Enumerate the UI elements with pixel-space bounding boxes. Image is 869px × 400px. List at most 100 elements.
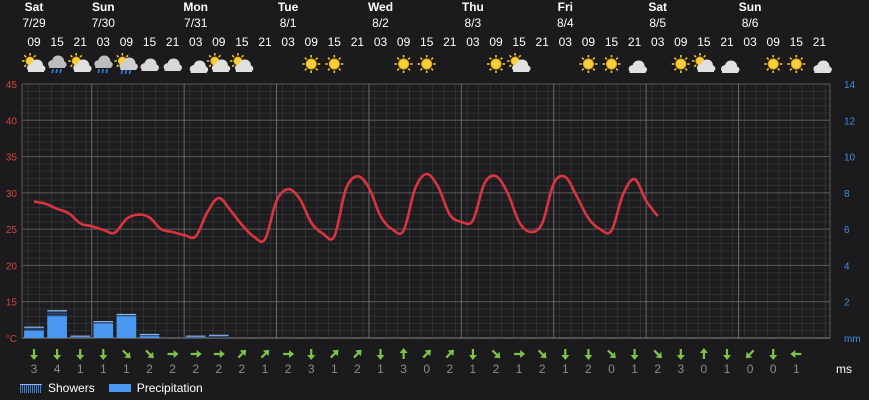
precip-tick-label: 12 [844, 116, 856, 127]
wind-speed-label: 2 [446, 362, 453, 376]
hour-label: 21 [443, 35, 457, 49]
wind-arrow-icon [676, 349, 685, 360]
wind-speed-label: 3 [308, 362, 315, 376]
legend-precipitation-swatch [108, 384, 131, 392]
hour-label: 15 [143, 35, 157, 49]
precip-tick-label: 8 [844, 189, 850, 200]
wind-speed-label: 0 [423, 362, 430, 376]
wind-arrow-icon [190, 350, 202, 358]
hour-label: 09 [489, 35, 503, 49]
wind-arrow-icon [445, 349, 455, 359]
date-label: 8/3 [465, 16, 482, 30]
wind-speed-label: 1 [77, 362, 84, 376]
precip-tick-label: 10 [844, 153, 856, 164]
hour-label: 03 [466, 35, 480, 49]
hour-label: 15 [790, 35, 804, 49]
moon-icon [374, 56, 383, 72]
temp-tick-label: 45 [6, 80, 18, 91]
day-label: Fri [558, 0, 573, 14]
wind-speed-label: 2 [146, 362, 153, 376]
moon-icon [259, 56, 267, 72]
hour-label: 15 [697, 35, 711, 49]
day-label: Sat [25, 0, 44, 14]
wind-arrow-icon [537, 349, 547, 359]
wind-arrow-icon [699, 348, 708, 359]
wind-speed-label: 2 [239, 362, 246, 376]
hour-label: 21 [74, 35, 88, 49]
temp-tick-label: 35 [6, 153, 18, 164]
moon-icon [466, 56, 475, 72]
wind-speed-label: 2 [169, 362, 176, 376]
sun-cloud-icon [507, 53, 531, 72]
temp-tick-label: 30 [6, 189, 18, 200]
hour-label: 09 [305, 35, 319, 49]
hour-label: 21 [813, 35, 827, 49]
wind-speed-label: 4 [54, 362, 61, 376]
date-label: 7/29 [22, 16, 46, 30]
sun-cloud-icon [22, 53, 46, 72]
hour-label: 15 [420, 35, 434, 49]
wind-speed-label: 2 [215, 362, 222, 376]
wind-speed-label: 1 [631, 362, 638, 376]
moon-cloud-icon [812, 56, 832, 73]
legend-precipitation: Precipitation [108, 381, 203, 395]
precipitation-bar [47, 316, 67, 338]
moon-icon [651, 56, 660, 72]
precip-unit-label: mm [844, 334, 861, 345]
wind-arrow-icon [260, 349, 270, 359]
moon-icon [443, 56, 452, 72]
wind-speed-label: 1 [724, 362, 731, 376]
wind-arrow-icon [213, 350, 225, 358]
wind-arrow-icon [723, 349, 731, 360]
wind-arrow-icon [653, 349, 662, 359]
hour-label: 15 [235, 35, 249, 49]
hour-label: 21 [258, 35, 272, 49]
temp-tick-label: 25 [6, 225, 18, 236]
sun-icon [394, 55, 413, 73]
hour-label: 09 [767, 35, 781, 49]
date-label: 8/2 [372, 16, 389, 30]
temp-tick-label: 15 [6, 298, 18, 309]
sun-icon [579, 55, 598, 73]
sun-icon [602, 55, 621, 73]
hour-label: 03 [651, 35, 665, 49]
wind-speed-label: 2 [493, 362, 500, 376]
day-label: Wed [368, 0, 393, 14]
wind-speed-label: 2 [285, 362, 292, 376]
hour-label: 03 [97, 35, 111, 49]
wind-arrow-icon [745, 349, 755, 359]
wind-arrow-icon [514, 350, 526, 358]
rain-cloud-icon [94, 55, 113, 74]
wind-arrow-icon [99, 349, 108, 360]
rain-cloud-icon [48, 55, 67, 74]
moon-cloud-icon [188, 56, 209, 73]
wind-arrow-icon [145, 349, 154, 359]
hour-label: 09 [674, 35, 688, 49]
wind-speed-label: 0 [747, 362, 754, 376]
wind-speed-label: 2 [654, 362, 661, 376]
wind-speed-label: 3 [400, 362, 407, 376]
wind-speed-label: 2 [585, 362, 592, 376]
plot-area [22, 84, 830, 338]
wind-speed-label: 1 [562, 362, 569, 376]
hour-label: 03 [189, 35, 203, 49]
day-label: Sat [648, 0, 667, 14]
precipitation-bar [116, 316, 137, 338]
wind-speed-label: 1 [377, 362, 384, 376]
wind-arrow-icon [237, 349, 247, 359]
sun-rain-cloud-icon [114, 53, 138, 75]
day-label: Thu [462, 0, 484, 14]
wind-speed-label: 1 [262, 362, 269, 376]
wind-arrow-icon [76, 349, 85, 360]
hour-label: 03 [743, 35, 757, 49]
wind-arrow-icon [790, 350, 802, 358]
hour-label: 15 [605, 35, 619, 49]
wind-arrow-icon [283, 350, 295, 358]
sun-cloud-icon [206, 53, 231, 72]
day-label: Mon [183, 0, 208, 14]
hour-label: 09 [582, 35, 596, 49]
legend-precipitation-label: Precipitation [136, 381, 203, 395]
wind-arrow-icon [30, 349, 38, 360]
sun-icon [764, 55, 783, 73]
wind-arrow-icon [769, 349, 778, 360]
